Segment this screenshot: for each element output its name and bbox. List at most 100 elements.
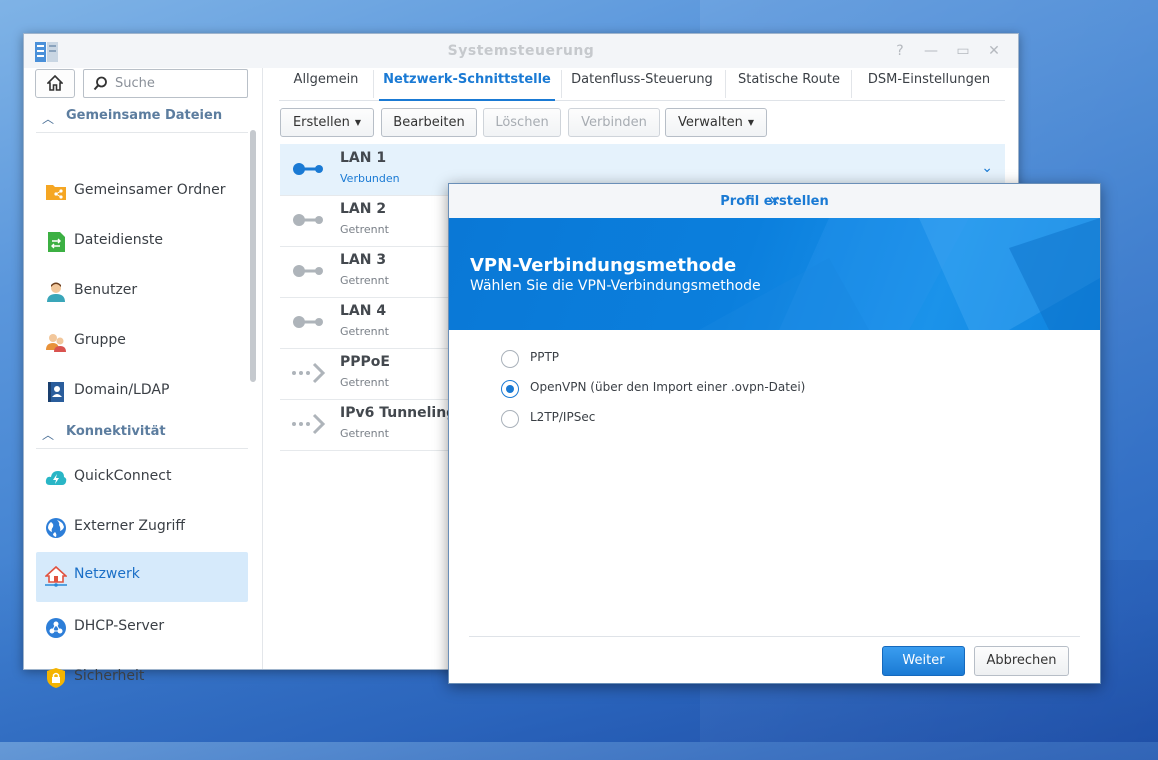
sidebar-item-security[interactable]: Sicherheit — [36, 654, 248, 702]
interface-status: Getrennt — [340, 325, 389, 338]
section-label: Gemeinsame Dateien — [66, 108, 223, 123]
tab-divider — [373, 70, 374, 98]
tab-label: Netzwerk-Schnittstelle — [383, 72, 551, 87]
minimize-icon[interactable]: — — [922, 42, 940, 60]
interface-name: LAN 1 — [340, 150, 387, 166]
sidebar-item-group[interactable]: Gruppe — [36, 318, 248, 366]
dialog-divider — [469, 636, 1080, 637]
dialog-titlebar[interactable]: Profil erstellen ✕ — [449, 184, 1100, 219]
caret-down-icon: ▼ — [354, 118, 362, 127]
sidebar-item-external-access[interactable]: Externer Zugriff — [36, 504, 248, 552]
dialog-banner: VPN-Verbindungsmethode Wählen Sie die VP… — [449, 218, 1100, 330]
button-label: Erstellen — [292, 115, 350, 130]
create-profile-dialog: Profil erstellen ✕ VPN-Verbindungsmethod… — [448, 183, 1101, 684]
caret-down-icon: ▼ — [747, 118, 754, 127]
tab-dsm-settings[interactable]: DSM-Einstellungen — [857, 68, 1001, 100]
help-icon[interactable]: ? — [891, 42, 909, 60]
button-label: Verwalten — [678, 115, 743, 130]
radio-label: L2TP/IPSec — [530, 410, 596, 424]
interface-name: PPPoE — [340, 354, 390, 370]
radio-label: PPTP — [530, 350, 560, 364]
tab-divider — [561, 70, 562, 98]
sidebar-item-shared-folder[interactable]: Gemeinsamer Ordner — [36, 168, 248, 216]
window-title: Systemsteuerung — [447, 43, 595, 59]
sidebar-item-label: Netzwerk — [74, 566, 140, 582]
window-titlebar[interactable]: Systemsteuerung ? — ▭ ✕ — [24, 34, 1018, 68]
button-label: Bearbeiten — [393, 115, 465, 130]
connect-button[interactable]: Verbinden — [568, 108, 660, 137]
section-header-connectivity[interactable]: ︿ Konnektivität — [36, 418, 248, 449]
sidebar-item-user[interactable]: Benutzer — [36, 268, 248, 316]
home-button[interactable] — [35, 69, 75, 98]
interface-status: Getrennt — [340, 274, 389, 287]
button-label: Verbinden — [581, 115, 647, 130]
sidebar-item-domain-ldap[interactable]: Domain/LDAP — [36, 368, 248, 416]
search-input[interactable]: Suche — [83, 69, 248, 98]
interface-name: IPv6 Tunneling — [340, 405, 457, 421]
tab-label: DSM-Einstellungen — [867, 72, 991, 87]
maximize-icon[interactable]: ▭ — [954, 42, 972, 60]
chevron-up-icon: ︿ — [42, 428, 55, 442]
domain-ldap-icon — [48, 382, 64, 402]
section-header-shared-files[interactable]: ︿ Gemeinsame Dateien — [36, 102, 248, 133]
sidebar-item-dhcp-server[interactable]: DHCP-Server — [36, 604, 248, 652]
file-services-icon — [48, 232, 65, 252]
dhcp-server-icon — [46, 618, 66, 638]
search-placeholder: Suche — [115, 76, 155, 91]
create-button[interactable]: Erstellen ▼ — [280, 108, 374, 137]
security-icon — [47, 668, 65, 688]
tab-general[interactable]: Allgemein — [285, 68, 367, 100]
sidebar-item-label: Gemeinsamer Ordner — [74, 182, 226, 198]
close-icon[interactable]: ✕ — [985, 42, 1003, 60]
tab-bar: Allgemein Netzwerk-Schnittstelle Datenfl… — [279, 68, 1005, 101]
shared-folder-icon — [46, 185, 66, 200]
close-icon[interactable]: ✕ — [449, 194, 1100, 209]
radio-label: OpenVPN (über den Import einer .ovpn-Dat… — [530, 380, 806, 394]
lan-disconnected-icon — [293, 316, 323, 328]
sidebar-item-label: Gruppe — [74, 332, 126, 348]
tab-network-interface[interactable]: Netzwerk-Schnittstelle — [379, 68, 555, 101]
cancel-button[interactable]: Abbrechen — [974, 646, 1069, 676]
tab-label: Statische Route — [737, 72, 841, 87]
home-icon — [47, 75, 63, 91]
sidebar-item-file-services[interactable]: Dateidienste — [36, 218, 248, 266]
quickconnect-icon — [45, 471, 67, 485]
section-label: Konnektivität — [66, 424, 166, 439]
tab-label: Allgemein — [293, 72, 359, 87]
tab-divider — [851, 70, 852, 98]
sidebar: Suche ︿ Gemeinsame Dateien Gemeinsamer O… — [24, 68, 263, 688]
interface-status: Getrennt — [340, 427, 389, 440]
delete-button[interactable]: Löschen — [483, 108, 561, 137]
sidebar-item-label: Sicherheit — [74, 668, 145, 684]
sidebar-item-network[interactable]: Netzwerk — [36, 552, 248, 602]
sidebar-item-label: DHCP-Server — [74, 618, 165, 634]
sidebar-item-label: Dateidienste — [74, 232, 164, 248]
interface-name: LAN 2 — [340, 201, 387, 217]
interface-name: LAN 3 — [340, 252, 387, 268]
sidebar-item-label: QuickConnect — [74, 468, 172, 484]
sidebar-item-label: Externer Zugriff — [74, 518, 186, 534]
radio-button[interactable] — [501, 410, 519, 428]
radio-button[interactable] — [501, 380, 519, 398]
tab-divider — [725, 70, 726, 98]
dialog-subheading: Wählen Sie die VPN-Verbindungsmethode — [470, 278, 761, 294]
edit-button[interactable]: Bearbeiten — [381, 108, 477, 137]
manage-button[interactable]: Verwalten ▼ — [665, 108, 767, 137]
tab-label: Datenfluss-Steuerung — [571, 72, 713, 87]
tab-static-route[interactable]: Statische Route — [731, 68, 847, 100]
chevron-up-icon: ︿ — [42, 112, 55, 126]
interface-status: Getrennt — [340, 223, 389, 236]
next-button[interactable]: Weiter — [882, 646, 965, 676]
lan-connected-icon — [293, 163, 323, 175]
radio-button[interactable] — [501, 350, 519, 368]
sidebar-scrollbar[interactable] — [250, 130, 256, 382]
chevron-down-icon[interactable]: ⌄ — [981, 160, 993, 176]
interface-status: Getrennt — [340, 376, 389, 389]
tab-traffic-control[interactable]: Datenfluss-Steuerung — [567, 68, 717, 100]
lan-disconnected-icon — [293, 214, 323, 226]
group-icon — [46, 334, 66, 352]
search-icon — [93, 76, 107, 91]
network-icon — [45, 565, 67, 587]
sidebar-item-label: Domain/LDAP — [74, 382, 170, 398]
sidebar-item-quickconnect[interactable]: QuickConnect — [36, 454, 248, 502]
